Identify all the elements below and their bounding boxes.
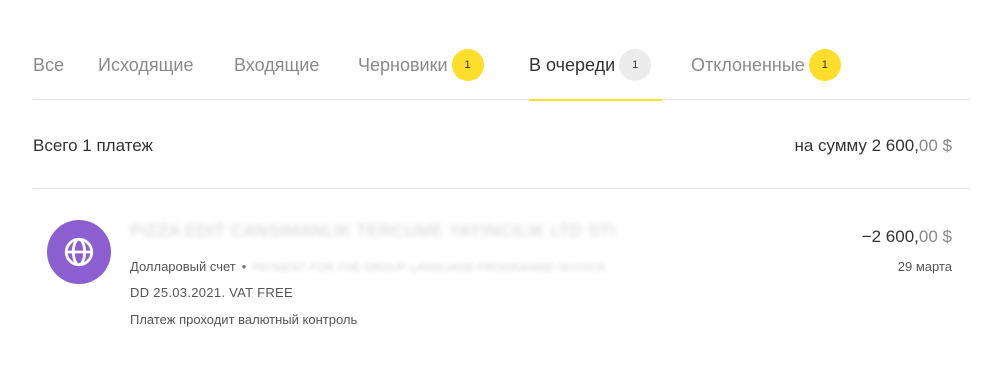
count-badge: 1: [808, 49, 841, 81]
amount-cents: 00 $: [918, 227, 952, 246]
payments-summary: Всего 1 платеж на сумму 2 600,00 $: [33, 124, 970, 189]
payee-name: PIZZA EDIT CANSIMANLIK TERCUME YAYINCILI…: [130, 221, 616, 240]
tab-queued[interactable]: В очереди 1: [529, 44, 662, 101]
payment-row[interactable]: PIZZA EDIT CANSIMANLIK TERCUME YAYINCILI…: [33, 205, 970, 345]
tab-label: Все: [33, 55, 65, 75]
count-badge: 1: [451, 49, 484, 81]
account-line: Долларовый счет • PAYMENT FOR THE GROUP LA…: [130, 259, 606, 274]
tab-incoming[interactable]: Входящие: [234, 44, 319, 100]
tab-label: В очереди: [529, 55, 616, 75]
tab-label: Отклоненные: [691, 55, 805, 75]
tab-label: Входящие: [234, 55, 320, 75]
payment-details: DD 25.03.2021. VAT FREE: [130, 285, 293, 300]
payment-tabs: Все Исходящие Входящие Черновики 1 В оче…: [33, 44, 970, 101]
tab-all[interactable]: Все: [33, 44, 64, 100]
count-badge: 1: [619, 49, 652, 81]
total-sum: на сумму 2 600,00 $: [794, 136, 952, 156]
separator-dot: •: [241, 259, 247, 274]
total-count: Всего 1 платеж: [33, 136, 153, 155]
payment-purpose: PAYMENT FOR THE GROUP LANGUAGE PROGRAMME…: [252, 262, 607, 274]
payment-date: 29 марта: [897, 259, 952, 274]
globe-icon: [47, 220, 111, 284]
tab-drafts[interactable]: Черновики 1: [358, 44, 484, 100]
payments-page: Все Исходящие Входящие Черновики 1 В оче…: [0, 0, 1000, 380]
tab-label: Исходящие: [98, 55, 194, 75]
total-sum-main: на сумму 2 600,: [794, 136, 919, 155]
amount-main: −2 600,: [861, 227, 919, 246]
account-name: Долларовый счет: [130, 259, 236, 274]
tab-rejected[interactable]: Отклоненные 1: [691, 44, 841, 100]
total-sum-cents: 00 $: [918, 136, 952, 155]
payment-amount: −2 600,00 $: [862, 227, 952, 247]
tab-label: Черновики: [358, 55, 448, 75]
tab-outgoing[interactable]: Исходящие: [98, 44, 193, 100]
payment-status: Платеж проходит валютный контроль: [130, 312, 358, 327]
